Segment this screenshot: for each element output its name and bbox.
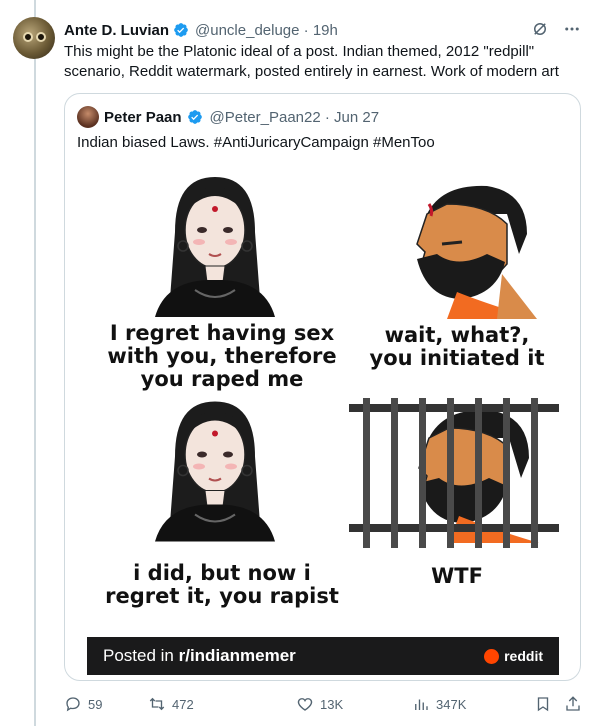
meme-chad-jail-illustration	[349, 398, 559, 548]
verified-badge-icon	[187, 110, 202, 124]
grok-icon[interactable]	[531, 20, 549, 38]
top-icons	[531, 20, 581, 38]
author-handle-time[interactable]: @uncle_deluge · 19h	[195, 22, 338, 39]
meme-caption-1-line: I regret having sex	[109, 321, 335, 345]
views-icon	[415, 699, 428, 710]
share-button[interactable]	[564, 695, 582, 713]
views-count: 347K	[436, 696, 467, 712]
quote-author-avatar	[77, 106, 99, 128]
quote-author-handle-time: @Peter_Paan22 · Jun 27	[209, 108, 380, 126]
reddit-posted-in: Posted in r/indianmemer	[103, 646, 296, 666]
meme-chad-illustration-1	[416, 185, 537, 319]
meme-caption-4: WTF	[431, 564, 483, 588]
post-text: This might be the Platonic ideal of a po…	[64, 43, 559, 80]
posted-in-label: Posted in	[103, 646, 179, 665]
reddit-logo-icon	[484, 648, 500, 664]
share-icon	[566, 696, 580, 711]
views-button[interactable]: 347K	[412, 695, 466, 713]
meme-woman-illustration-1	[155, 177, 275, 317]
quote-author-name: Peter Paan	[104, 108, 182, 126]
reply-count: 59	[88, 696, 103, 712]
meme-caption-2-line: wait, what?,	[384, 323, 530, 347]
verified-badge-icon	[174, 23, 188, 37]
meme-caption-1-line: you raped me	[140, 367, 304, 391]
more-icon[interactable]	[563, 20, 581, 38]
author-avatar[interactable]	[13, 17, 55, 59]
like-count: 13K	[320, 696, 344, 712]
bookmark-button[interactable]	[534, 695, 552, 713]
meme-image[interactable]: I regret having sex with you, therefore …	[87, 162, 559, 677]
meme-caption-1: I regret having sex with you, therefore …	[97, 322, 347, 391]
retweet-icon	[149, 697, 165, 711]
reddit-logo: reddit	[484, 648, 543, 664]
retweet-count: 472	[172, 696, 194, 712]
meme-caption-2-line: you initiated it	[369, 346, 545, 370]
meme-caption-2: wait, what?, you initiated it	[352, 324, 562, 370]
like-button[interactable]: 13K	[296, 695, 343, 713]
action-bar: 59 472 13K 347K	[64, 694, 584, 714]
quote-header: Peter Paan @Peter_Paan22 · Jun 27	[77, 106, 379, 128]
post: Ante D. Luvian @uncle_deluge · 19h This …	[0, 0, 597, 726]
meme-caption-1-line: with you, therefore	[107, 344, 337, 368]
meme-caption-3-line: i did, but now i	[133, 561, 311, 585]
retweet-button[interactable]: 472	[148, 695, 194, 713]
meme-woman-illustration-2	[155, 401, 275, 542]
reply-button[interactable]: 59	[64, 695, 102, 713]
reply-icon	[66, 697, 80, 712]
bookmark-icon	[537, 697, 549, 712]
post-header: Ante D. Luvian @uncle_deluge · 19h	[64, 20, 338, 40]
reddit-logo-text: reddit	[504, 648, 543, 664]
reddit-watermark-bar: Posted in r/indianmemer reddit	[87, 637, 559, 675]
subreddit-name: r/indianmemer	[178, 646, 296, 665]
quote-text: Indian biased Laws. #AntiJuricaryCampaig…	[77, 134, 435, 151]
meme-caption-3: i did, but now i regret it, you rapist	[87, 562, 357, 608]
author-name[interactable]: Ante D. Luvian	[64, 22, 169, 39]
like-icon	[297, 698, 313, 711]
quoted-post[interactable]: Peter Paan @Peter_Paan22 · Jun 27 Indian…	[64, 93, 581, 681]
meme-caption-3-line: regret it, you rapist	[105, 584, 339, 608]
